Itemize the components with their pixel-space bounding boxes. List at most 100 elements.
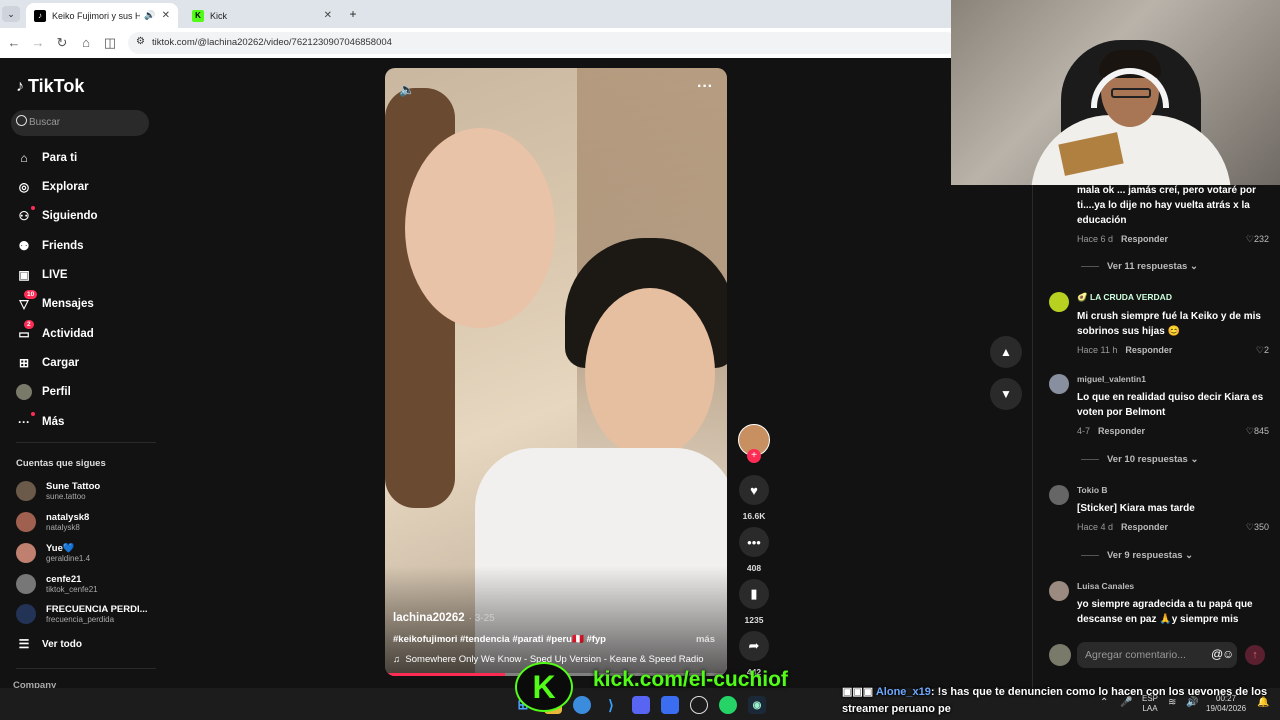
heart-icon: ♥ [739, 475, 769, 505]
friends-icon: ⚉ [18, 239, 30, 253]
comment-author[interactable]: 🥑 LA CRUDA VERDAD [1077, 292, 1269, 303]
follow-plus-icon[interactable]: + [747, 449, 761, 463]
forward-icon[interactable]: → [30, 35, 46, 50]
comment-text: yo siempre agradecida a tu papá que desc… [1077, 599, 1253, 625]
split-view-icon[interactable]: ◫ [102, 35, 118, 51]
heart-outline-icon: ♡ [1245, 426, 1254, 436]
like-count: 16.6K [742, 511, 766, 521]
nav-label: Mensajes [42, 298, 94, 310]
view-replies-label: Ver 10 respuestas [1107, 454, 1188, 465]
tiktok-logo[interactable]: ♪ TikTok [16, 76, 84, 97]
url-field[interactable]: ⚙ tiktok.com/@lachina20262/video/7621230… [128, 32, 958, 54]
search-input[interactable]: Buscar [11, 110, 149, 136]
avatar[interactable] [1049, 292, 1069, 312]
save-button[interactable]: ▮ 1235 [736, 579, 772, 625]
more-options-icon[interactable]: ··· [697, 78, 713, 96]
comment-text: Lo que en realidad quiso decir Kiara es … [1077, 392, 1264, 418]
following-item[interactable]: Sune Tattoo sune.tattoo [16, 477, 100, 505]
comment-like-button[interactable]: ♡2 [1256, 345, 1269, 356]
close-tab-icon[interactable]: ✕ [324, 10, 332, 21]
video-player[interactable]: 🔈 ··· lachina20262 · 3-25 #keikofujimori … [385, 68, 727, 676]
logo-text: TikTok [28, 76, 85, 96]
view-replies-button[interactable]: Ver 11 respuestas ⌄ [1081, 261, 1198, 272]
avatar [16, 604, 36, 624]
nav-mensajes[interactable]: ▽ 10 Mensajes [16, 290, 94, 315]
nav-cargar[interactable]: ⊞ Cargar [16, 352, 79, 374]
speaker-icon[interactable]: 🔊 [144, 10, 155, 21]
nav-para-ti[interactable]: ⌂ Para ti [16, 147, 77, 169]
like-button[interactable]: ♥ 16.6K [736, 475, 772, 521]
view-replies-label: Ver 9 respuestas [1107, 550, 1183, 561]
video-more-link[interactable]: más [696, 634, 715, 645]
chevron-down-icon: ▼ [1000, 387, 1012, 401]
site-info-icon[interactable]: ⚙ [136, 36, 145, 47]
comment-like-count: 350 [1253, 522, 1269, 532]
compass-icon: ◎ [18, 180, 30, 194]
send-button[interactable]: ↑ [1245, 645, 1265, 665]
video-frame-shape [405, 128, 555, 328]
nav-explorar[interactable]: ◎ Explorar [16, 176, 89, 198]
following-item[interactable]: Yue💙 geraldine1.4 [16, 539, 90, 567]
reply-button[interactable]: Responder [1098, 426, 1145, 437]
tab-title: Kick [210, 10, 228, 21]
reply-button[interactable]: Responder [1121, 522, 1168, 533]
comment-text: [Sticker] Kiara mas tarde [1077, 503, 1195, 514]
tab-list-button[interactable]: ⌄ [2, 6, 20, 22]
previous-video-button[interactable]: ▲ [990, 336, 1022, 368]
avatar [16, 543, 36, 563]
video-hashtags[interactable]: #keikofujimori #tendencia #parati #peru🇵… [393, 634, 606, 645]
video-progress-fill [385, 673, 505, 676]
emoji-icon[interactable]: ☺ [1222, 647, 1234, 661]
view-replies-button[interactable]: Ver 9 respuestas ⌄ [1081, 550, 1193, 561]
comment-like-button[interactable]: ♡350 [1246, 522, 1269, 533]
comment-button[interactable]: ••• 408 [736, 527, 772, 573]
volume-icon[interactable]: 🔈 [399, 82, 415, 98]
home-icon[interactable]: ⌂ [78, 35, 94, 50]
nav-friends[interactable]: ⚉ Friends [16, 235, 84, 257]
reply-button[interactable]: Responder [1121, 234, 1168, 245]
comment-author[interactable]: miguel_valentin1 [1077, 374, 1269, 384]
divider [1081, 459, 1099, 460]
comment-author[interactable]: Tokio B [1077, 485, 1269, 495]
comment-like-button[interactable]: ♡845 [1246, 426, 1269, 437]
avatar[interactable] [1049, 581, 1069, 601]
avatar [16, 512, 36, 532]
tab-tiktok[interactable]: ♪ Keiko Fujimori y sus Hijas: l 🔊 ✕ [26, 3, 178, 28]
comment-item: 🥑 LA CRUDA VERDAD Mi crush siempre fué l… [1049, 292, 1269, 356]
comment-time: Hace 11 h [1077, 345, 1118, 355]
comment-item: miguel_valentin1 Lo que en realidad quis… [1049, 374, 1269, 437]
following-item[interactable]: FRECUENCIA PERDI... frecuencia_perdida [16, 600, 148, 628]
following-item[interactable]: natalysk8 natalysk8 [16, 508, 89, 536]
new-tab-button[interactable]: + [344, 6, 362, 22]
video-author[interactable]: lachina20262 · 3-25 [393, 612, 495, 624]
comment-like-count: 232 [1253, 234, 1269, 244]
reload-icon[interactable]: ↻ [54, 35, 70, 51]
following-handle: natalysk8 [46, 523, 80, 532]
comment-author[interactable]: Luisa Canales [1077, 581, 1269, 591]
following-handle: frecuencia_perdida [46, 615, 115, 624]
back-icon[interactable]: ← [6, 35, 22, 50]
view-replies-button[interactable]: Ver 10 respuestas ⌄ [1081, 454, 1198, 465]
comment-item: Luisa Canales yo siempre agradecida a tu… [1049, 581, 1269, 627]
next-video-button[interactable]: ▼ [990, 378, 1022, 410]
nav-siguiendo[interactable]: ⚇ Siguiendo [16, 205, 98, 227]
comment-count: 408 [746, 563, 762, 573]
author-avatar-button[interactable]: + [736, 424, 772, 463]
following-handle: geraldine1.4 [46, 554, 91, 563]
following-item[interactable]: cenfe21 tiktok_cenfe21 [16, 570, 98, 598]
avatar[interactable] [1049, 485, 1069, 505]
nav-perfil[interactable]: Perfil [16, 381, 71, 403]
nav-actividad[interactable]: ▭ 2 Actividad [16, 320, 94, 345]
reply-button[interactable]: Responder [1125, 345, 1172, 356]
chat-badges-icon: ▣▣▣ [842, 686, 874, 698]
search-icon [16, 115, 27, 126]
comment-like-button[interactable]: ♡232 [1246, 234, 1269, 245]
avatar[interactable] [1049, 374, 1069, 394]
tab-kick[interactable]: K Kick ✕ [184, 3, 340, 28]
see-all-link[interactable]: ☰ Ver todo [16, 633, 82, 655]
search-placeholder: Buscar [29, 117, 61, 128]
nav-live[interactable]: ▣ LIVE [16, 264, 68, 286]
nav-label: LIVE [42, 269, 68, 281]
close-tab-icon[interactable]: ✕ [162, 10, 170, 21]
nav-mas[interactable]: ··· Más [16, 411, 64, 433]
